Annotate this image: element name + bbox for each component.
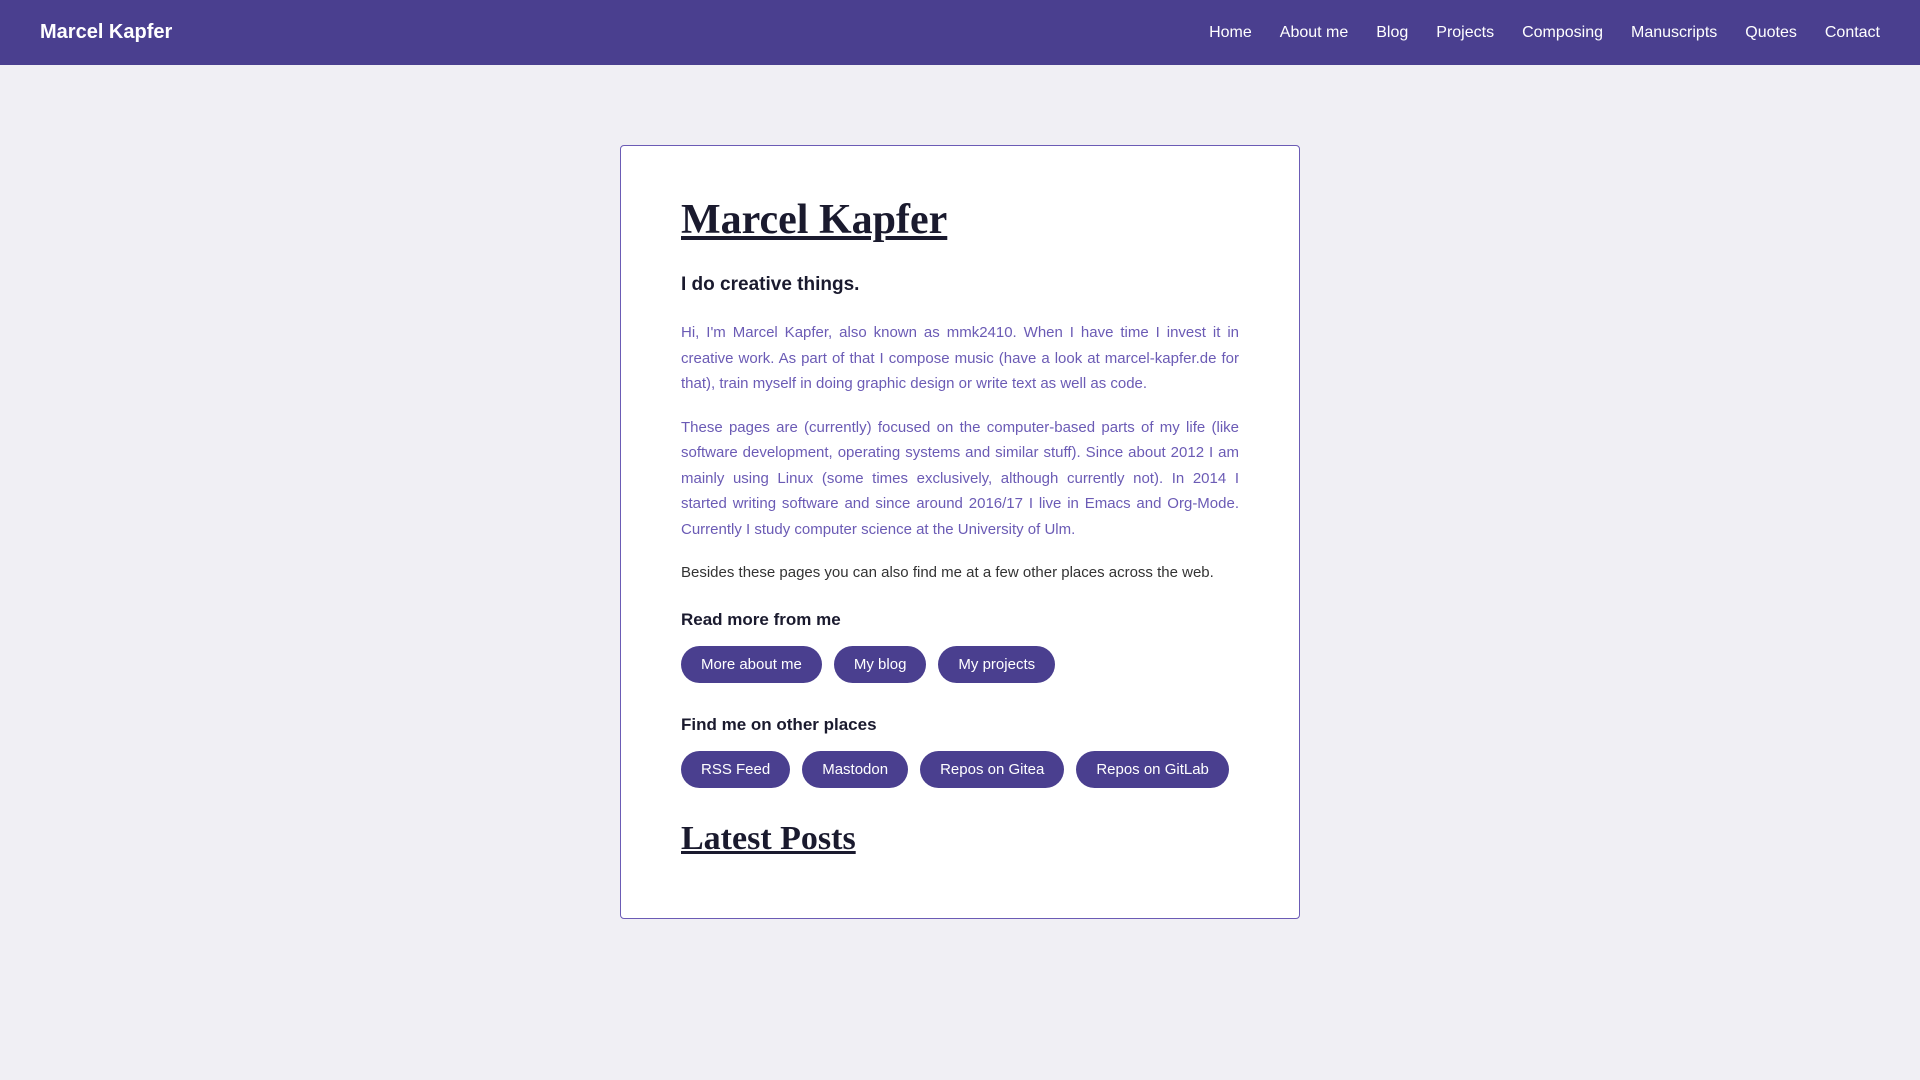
find-me-buttons: RSS Feed Mastodon Repos on Gitea Repos o… [681,751,1239,788]
find-me-heading: Find me on other places [681,715,1239,735]
my-projects-button[interactable]: My projects [938,646,1055,683]
latest-posts-heading: Latest Posts [681,820,1239,858]
nav-contact[interactable]: Contact [1825,24,1880,42]
main-container: Marcel Kapfer I do creative things. Hi, … [0,65,1920,999]
nav-about-me[interactable]: About me [1280,24,1348,42]
repos-gitlab-button[interactable]: Repos on GitLab [1076,751,1229,788]
nav-manuscripts[interactable]: Manuscripts [1631,24,1717,42]
nav-home[interactable]: Home [1209,24,1252,42]
my-blog-button[interactable]: My blog [834,646,927,683]
content-card: Marcel Kapfer I do creative things. Hi, … [620,145,1300,919]
nav-projects[interactable]: Projects [1436,24,1494,42]
site-title: Marcel Kapfer [40,21,172,44]
mastodon-button[interactable]: Mastodon [802,751,908,788]
nav-quotes[interactable]: Quotes [1745,24,1797,42]
repos-gitea-button[interactable]: Repos on Gitea [920,751,1064,788]
intro-paragraph-1: Hi, I'm Marcel Kapfer, also known as mmk… [681,320,1239,397]
rss-feed-button[interactable]: RSS Feed [681,751,790,788]
site-header: Marcel Kapfer Home About me Blog Project… [0,0,1920,65]
page-title: Marcel Kapfer [681,196,1239,244]
intro-paragraph-3: Besides these pages you can also find me… [681,560,1239,586]
tagline: I do creative things. [681,274,1239,296]
main-nav: Home About me Blog Projects Composing Ma… [1209,24,1880,42]
nav-composing[interactable]: Composing [1522,24,1603,42]
nav-blog[interactable]: Blog [1376,24,1408,42]
read-more-heading: Read more from me [681,610,1239,630]
read-more-buttons: More about me My blog My projects [681,646,1239,683]
more-about-me-button[interactable]: More about me [681,646,822,683]
intro-paragraph-2: These pages are (currently) focused on t… [681,415,1239,543]
